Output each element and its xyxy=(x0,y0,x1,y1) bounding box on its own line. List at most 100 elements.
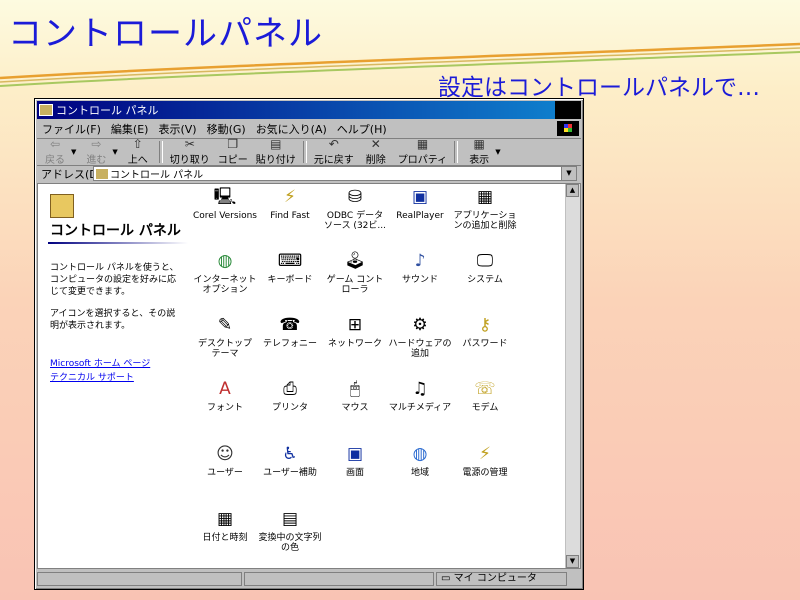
control-panel-item[interactable]: ☺ ユーザー xyxy=(193,443,257,479)
database-icon: ⛁ xyxy=(347,187,363,207)
cut-button[interactable]: ✂ 切り取り xyxy=(170,137,210,167)
control-panel-item[interactable]: ⌨ キーボード xyxy=(258,250,322,286)
control-panel-item[interactable]: ⎙ プリンタ xyxy=(258,378,322,414)
item-label: モデム xyxy=(471,403,499,413)
scissors-icon: ✂ xyxy=(184,137,195,151)
control-panel-item[interactable]: ▤ 変換中の文字列の色 xyxy=(258,508,322,554)
control-panel-item[interactable]: ◍ 地域 xyxy=(388,443,452,479)
control-panel-item[interactable]: A フォント xyxy=(193,378,257,414)
control-panel-item[interactable]: ♪ サウンド xyxy=(388,250,452,286)
undo-icon: ↶ xyxy=(328,137,339,151)
region-globe-icon: ◍ xyxy=(412,444,428,464)
control-panel-item[interactable]: ▦ 日付と時刻 xyxy=(193,508,257,544)
forward-button[interactable]: ⇨ 進む xyxy=(82,137,110,167)
joystick-icon: 🕹 xyxy=(344,251,366,271)
scroll-up-icon[interactable]: ▲ xyxy=(566,184,579,197)
technical-support-link[interactable]: テクニカル サポート xyxy=(50,370,134,383)
item-label: 地域 xyxy=(410,468,429,478)
properties-button[interactable]: ▦ プロパティ xyxy=(398,138,447,167)
control-panel-item[interactable]: ⛁ ODBC データ ソース (32ビ... xyxy=(323,186,387,232)
item-label: ユーザー xyxy=(207,468,243,478)
folder-icon xyxy=(39,104,53,116)
add-remove-icon: ▦ xyxy=(476,187,494,207)
menu-bar: ファイル(F) 編集(E) 表示(V) 移動(G) お気に入り(A) ヘルプ(H… xyxy=(37,120,581,139)
item-label: ユーザー補助 xyxy=(263,468,317,478)
slide-subtitle: 設定はコントロールパネルで… xyxy=(438,75,760,101)
modem-icon: ☏ xyxy=(474,379,496,399)
item-label: テレフォニー xyxy=(262,339,317,349)
control-panel-item[interactable]: ♿ ユーザー補助 xyxy=(258,443,322,479)
up-button[interactable]: ⇧ 上へ xyxy=(124,137,152,167)
my-computer-icon: ▭ xyxy=(441,573,451,584)
control-panel-item[interactable]: 🕹 ゲーム コントローラ xyxy=(323,250,387,296)
microsoft-homepage-link[interactable]: Microsoft ホーム ページ xyxy=(50,356,150,369)
control-panel-item[interactable]: ⚙ ハードウェアの追加 xyxy=(388,314,452,360)
control-panel-item[interactable]: ▣ 画面 xyxy=(323,443,387,479)
undo-button[interactable]: ↶ 元に戻す xyxy=(314,137,354,167)
item-label: Corel Versions xyxy=(193,211,257,221)
view-grid-icon: ▦ xyxy=(473,137,485,151)
item-label: マウス xyxy=(341,403,369,413)
control-panel-item[interactable]: ⚡ Find Fast xyxy=(258,186,322,222)
keys-icon: ⚷ xyxy=(478,315,492,335)
menu-edit[interactable]: 編集(E) xyxy=(106,121,154,137)
address-dropdown-icon[interactable]: ▼ xyxy=(561,167,576,180)
control-panel-item[interactable]: ⊞ ネットワーク xyxy=(323,314,387,350)
control-panel-large-icon xyxy=(50,194,74,218)
item-label: アプリケーションの追加と削除 xyxy=(453,211,517,231)
telephony-icon: ☎ xyxy=(279,315,301,335)
item-label: ゲーム コントローラ xyxy=(326,275,384,295)
window-title: コントロール パネル xyxy=(56,104,159,117)
up-folder-icon: ⇧ xyxy=(132,137,143,151)
web-view-pane: コントロール パネル コントロール パネルを使うと、コンピュータの設定を好みに応… xyxy=(38,184,188,568)
control-panel-item[interactable]: ♫ マルチメディア xyxy=(388,378,452,414)
item-label: インターネット オプション xyxy=(193,275,257,295)
title-bar[interactable]: コントロール パネル xyxy=(37,101,581,119)
menu-help[interactable]: ヘルプ(H) xyxy=(332,121,392,137)
control-panel-item[interactable]: ◍ インターネット オプション xyxy=(193,250,257,296)
binoculars-icon: ⚡ xyxy=(284,187,296,207)
control-panel-item[interactable]: ☏ モデム xyxy=(453,378,517,414)
control-panel-item[interactable]: ▦ アプリケーションの追加と削除 xyxy=(453,186,517,232)
menu-go[interactable]: 移動(G) xyxy=(202,121,251,137)
forward-arrow-icon: ⇨ xyxy=(91,137,102,151)
item-label: キーボード xyxy=(267,275,313,285)
control-panel-item[interactable]: ⚡ 電源の管理 xyxy=(453,443,517,479)
toolbar-separator xyxy=(454,141,459,163)
status-bar: ▭ マイ コンピュータ xyxy=(37,571,581,587)
toolbar-separator xyxy=(302,141,307,163)
menu-favorites[interactable]: お気に入り(A) xyxy=(251,121,332,137)
forward-dropdown-icon[interactable]: ▼ xyxy=(112,148,117,156)
address-value: コントロール パネル xyxy=(110,170,204,181)
accessibility-icon: ♿ xyxy=(282,444,298,464)
control-panel-item[interactable]: 🖵 システム xyxy=(453,250,517,286)
menu-file[interactable]: ファイル(F) xyxy=(37,121,106,137)
control-panel-item[interactable]: ▣ RealPlayer xyxy=(388,186,452,222)
copy-button[interactable]: ❐ コピー xyxy=(218,138,248,167)
paste-button[interactable]: ▤ 貼り付け xyxy=(256,138,296,167)
back-button[interactable]: ⇦ 戻る xyxy=(41,137,69,167)
mouse-icon: 🖱 xyxy=(349,379,361,399)
icon-grid: 🖳 Corel Versions ⚡ Find Fast ⛁ ODBC データ ソース (… xyxy=(193,186,553,576)
menu-view[interactable]: 表示(V) xyxy=(153,121,201,137)
back-dropdown-icon[interactable]: ▼ xyxy=(71,148,76,156)
scroll-down-icon[interactable]: ▼ xyxy=(566,555,579,568)
control-panel-item[interactable]: 🖳 Corel Versions xyxy=(193,186,257,222)
item-label: サウンド xyxy=(401,275,438,285)
control-panel-item[interactable]: ☎ テレフォニー xyxy=(258,314,322,350)
control-panel-item[interactable]: ✎ デスクトップ テーマ xyxy=(193,314,257,360)
view-dropdown-icon[interactable]: ▼ xyxy=(495,148,500,156)
control-panel-item[interactable]: 🖱 マウス xyxy=(323,378,387,414)
address-bar: アドレス(D) コントロール パネル ▼ xyxy=(37,166,581,182)
status-panel-1 xyxy=(37,572,242,586)
computer-icon: 🖳 xyxy=(213,187,237,207)
back-arrow-icon: ⇦ xyxy=(49,137,61,151)
calendar-clock-icon: ▦ xyxy=(216,509,234,529)
vertical-scrollbar[interactable]: ▲ ▼ xyxy=(565,184,580,568)
printer-folder-icon: ⎙ xyxy=(283,379,297,399)
address-input[interactable]: コントロール パネル ▼ xyxy=(93,166,577,181)
view-button[interactable]: ▦ 表示 xyxy=(465,137,493,167)
delete-button[interactable]: ✕ 削除 xyxy=(362,138,390,167)
network-icon: ⊞ xyxy=(347,315,363,335)
control-panel-item[interactable]: ⚷ パスワード xyxy=(453,314,517,350)
